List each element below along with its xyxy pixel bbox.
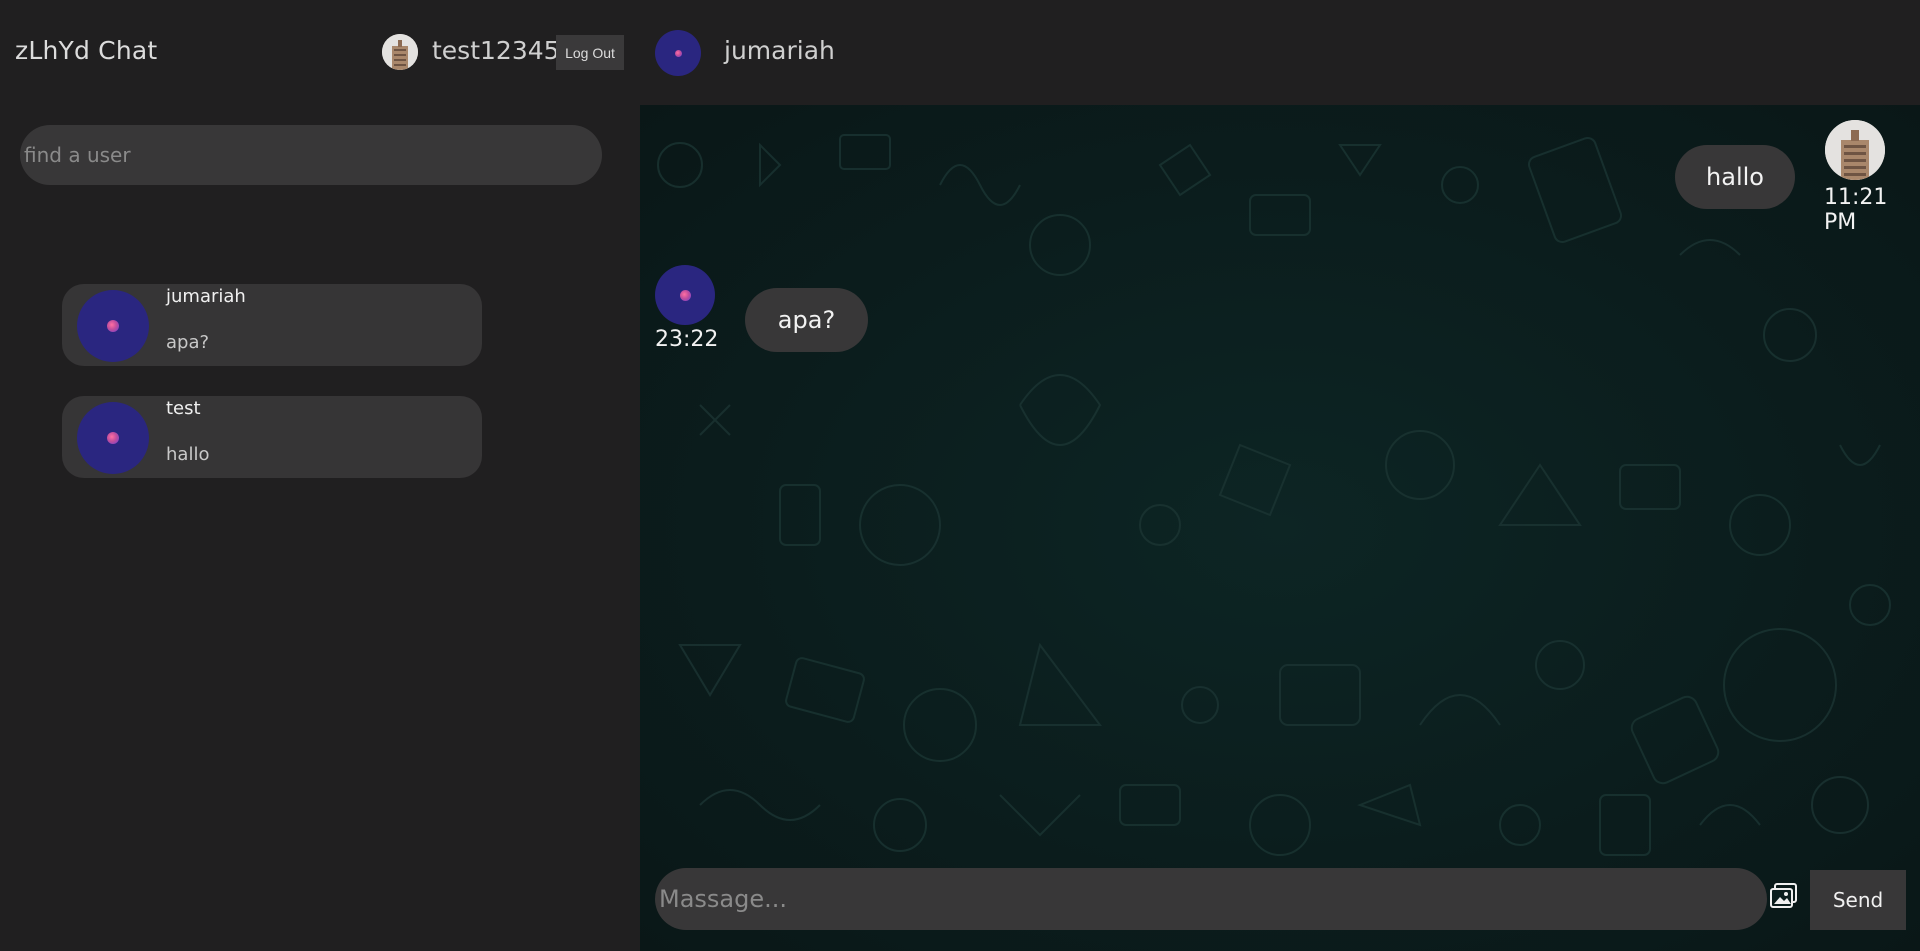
contact-item-jumariah[interactable]: jumariah apa? [62, 284, 482, 366]
peer-name: jumariah [724, 36, 835, 65]
current-user-name: test12345 [432, 36, 560, 65]
message-bubble-incoming: apa? [745, 288, 868, 352]
contact-last-message: hallo [166, 444, 210, 465]
message-input[interactable] [655, 868, 1767, 930]
contact-name: jumariah [166, 286, 246, 307]
contact-item-test[interactable]: test hallo [62, 396, 482, 478]
image-icon [1770, 883, 1797, 908]
sender-avatar[interactable] [1825, 120, 1885, 180]
avatar-emblem-icon [679, 289, 691, 301]
building-photo-icon [382, 34, 418, 70]
building-photo-icon [1825, 120, 1885, 180]
peer-avatar[interactable] [655, 30, 701, 76]
message-time: 11:21 PM [1824, 185, 1888, 235]
chat-header: jumariah [640, 0, 1920, 105]
avatar-emblem-icon [674, 49, 682, 57]
avatar [77, 402, 149, 474]
avatar [77, 290, 149, 362]
message-bubble-outgoing: hallo [1675, 145, 1795, 209]
avatar-emblem-icon [107, 320, 119, 332]
send-button[interactable]: Send [1810, 870, 1906, 930]
logout-button[interactable]: Log Out [556, 35, 624, 70]
message-time: 23:22 [655, 327, 719, 352]
sidebar: zLhYd Chat test12345 Log Out jumariah ap… [0, 0, 640, 951]
image-upload-button[interactable] [1770, 883, 1800, 911]
sender-avatar[interactable] [655, 265, 715, 325]
current-user-avatar[interactable] [382, 34, 418, 70]
avatar-emblem-icon [107, 432, 119, 444]
doodle-background-pattern [657, 134, 1891, 856]
app-title: zLhYd Chat [15, 36, 158, 65]
sidebar-header: zLhYd Chat test12345 Log Out [0, 0, 640, 105]
contact-last-message: apa? [166, 332, 210, 353]
chat-area: hallo 11:21 PM 23:22 apa? Send [640, 105, 1920, 951]
contact-name: test [166, 398, 201, 419]
search-input[interactable] [20, 125, 602, 185]
